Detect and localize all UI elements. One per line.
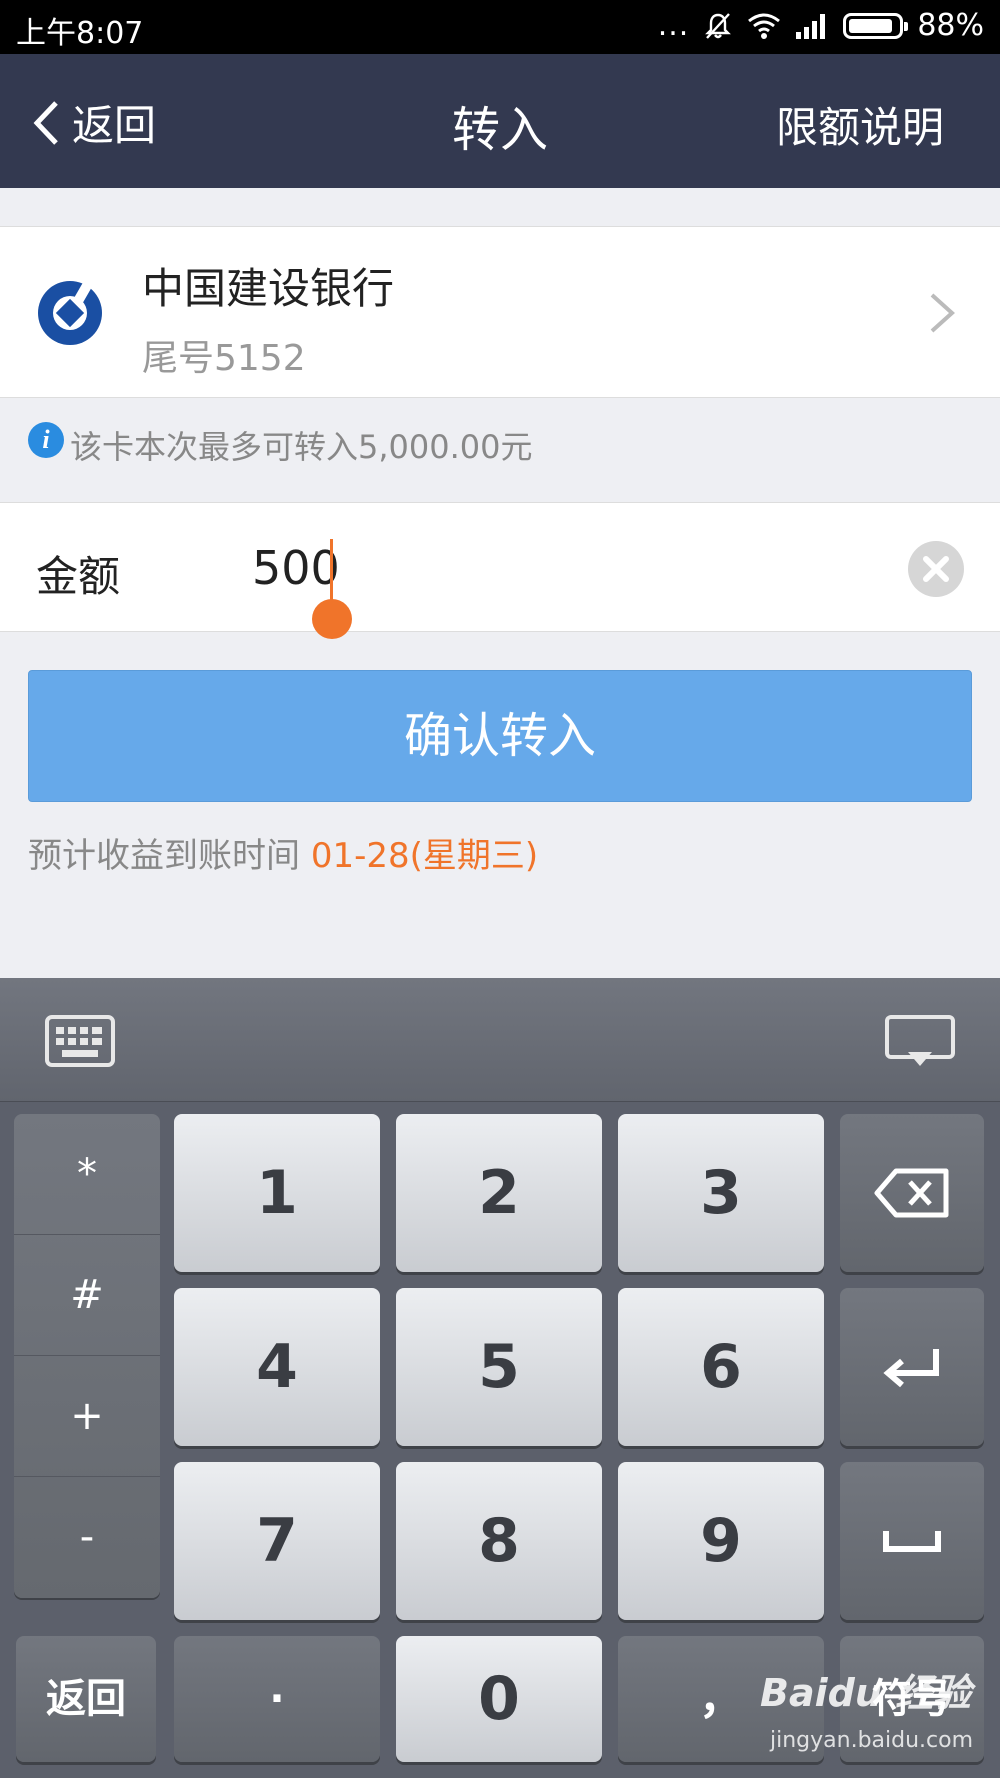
key-3[interactable]: 3 [618, 1114, 824, 1272]
clear-input-button[interactable] [908, 541, 964, 597]
key-plus[interactable]: + [14, 1356, 160, 1477]
numeric-keyboard: * # + - 1 2 3 4 5 6 7 8 9 返回 · 0 ， 符号 [0, 978, 1000, 1778]
limit-info-link[interactable]: 限额说明 [776, 94, 944, 155]
mute-bell-icon [705, 12, 732, 39]
key-1[interactable]: 1 [174, 1114, 380, 1272]
key-4[interactable]: 4 [174, 1288, 380, 1446]
limit-notice-text: 该卡本次最多可转入5,000.00元 [70, 428, 533, 466]
key-7[interactable]: 7 [174, 1462, 380, 1620]
keyboard-switch-icon[interactable] [44, 1014, 116, 1068]
backspace-key[interactable] [840, 1114, 984, 1272]
key-hash[interactable]: # [14, 1235, 160, 1356]
close-icon [923, 556, 949, 582]
key-asterisk[interactable]: * [14, 1114, 160, 1235]
baidu-watermark: Baidu 经验 [760, 1671, 972, 1715]
key-6[interactable]: 6 [618, 1288, 824, 1446]
space-icon [883, 1531, 941, 1552]
bank-card-selector[interactable]: 中国建设银行 尾号5152 [0, 226, 1000, 398]
hide-keyboard-icon[interactable] [884, 1014, 956, 1070]
key-9[interactable]: 9 [618, 1462, 824, 1620]
chevron-right-icon [930, 293, 955, 333]
amount-row: 金额 [0, 502, 1000, 639]
status-time: 上午8:07 [16, 16, 144, 51]
signal-icon [796, 13, 826, 39]
cursor-handle[interactable] [312, 599, 352, 639]
baidu-watermark-url: jingyan.baidu.com [770, 1728, 974, 1753]
battery-percent: 88% [917, 8, 984, 43]
amount-label: 金额 [36, 552, 121, 601]
info-icon: i [28, 422, 64, 458]
eta-label: 预计收益到账时间 [28, 836, 311, 876]
limit-notice: i 该卡本次最多可转入5,000.00元 [0, 418, 1000, 474]
ccb-logo-icon [38, 281, 102, 345]
eta-text: 预计收益到账时间 01-28(星期三) [28, 828, 538, 877]
status-icons: ... 88% [658, 8, 984, 43]
status-bar: 上午8:07 ... 88% [0, 0, 1000, 54]
amount-input[interactable] [252, 541, 852, 595]
keyboard-back-key[interactable]: 返回 [16, 1636, 156, 1762]
space-key[interactable] [840, 1462, 984, 1620]
key-dot[interactable]: · [174, 1636, 380, 1762]
wifi-icon [748, 13, 781, 39]
backspace-icon [874, 1168, 949, 1218]
bank-name: 中国建设银行 [142, 264, 395, 313]
key-0[interactable]: 0 [396, 1636, 602, 1762]
key-2[interactable]: 2 [396, 1114, 602, 1272]
eta-date: 01-28(星期三) [310, 836, 539, 876]
nav-bar: 返回 转入 限额说明 [0, 54, 1000, 188]
key-5[interactable]: 5 [396, 1288, 602, 1446]
symbol-column: * # + - [14, 1114, 160, 1598]
more-dots-icon: ... [657, 8, 690, 43]
enter-key[interactable] [840, 1288, 984, 1446]
enter-icon [883, 1349, 939, 1388]
confirm-transfer-button[interactable]: 确认转入 [28, 670, 972, 802]
bank-card-tail: 尾号5152 [142, 338, 306, 379]
keyboard-toolbar [0, 978, 1000, 1102]
key-8[interactable]: 8 [396, 1462, 602, 1620]
battery-icon [843, 12, 909, 39]
key-minus[interactable]: - [14, 1477, 160, 1598]
text-cursor [330, 539, 333, 605]
